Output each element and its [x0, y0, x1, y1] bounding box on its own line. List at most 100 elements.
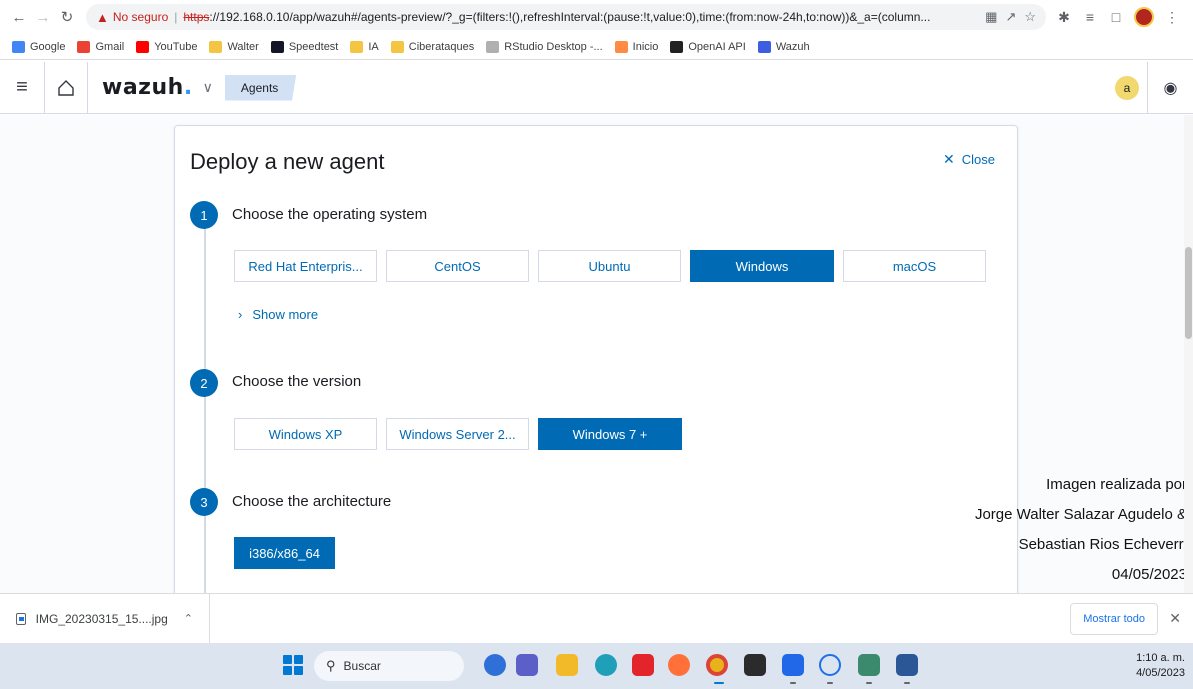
version-option-server[interactable]: Windows Server 2...	[386, 418, 529, 450]
bookmark-favicon-icon	[390, 40, 404, 53]
show-all-downloads-button[interactable]: Mostrar todo	[1070, 603, 1158, 635]
firefox-icon[interactable]	[668, 654, 690, 676]
close-icon: ✕	[943, 151, 955, 167]
page-title: Deploy a new agent	[190, 149, 385, 174]
bookmark-rstudio-desktop[interactable]: RStudio Desktop -...	[486, 40, 603, 53]
bookmark-label: YouTube	[154, 40, 198, 53]
bookmark-label: Ciberataques	[408, 40, 475, 53]
windows-taskbar: ⚲ Buscar 1:10 a. m. 4/05/2023	[0, 643, 1193, 689]
bookmark-favicon-icon	[670, 40, 684, 53]
bookmark-label: Inicio	[632, 40, 659, 53]
scrollbar-thumb[interactable]	[1185, 247, 1192, 339]
os-option-macos[interactable]: macOS	[843, 250, 986, 282]
bookmark-favicon-icon	[757, 40, 771, 53]
search-placeholder: Buscar	[343, 659, 381, 673]
extensions-icon[interactable]: ✱	[1056, 9, 1072, 26]
bookmark-favicon-icon	[136, 40, 150, 53]
os-option-ubuntu[interactable]: Ubuntu	[538, 250, 681, 282]
bing-chat-icon[interactable]	[484, 654, 506, 676]
bookmark-label: OpenAI API	[688, 40, 746, 53]
cloud-sync-icon[interactable]	[819, 654, 841, 676]
bookmarks-bar: Google Gmail YouTube Walter Speedtest IA Ciber…	[0, 34, 1193, 60]
windows-start-icon[interactable]	[283, 655, 303, 675]
os-option-centos[interactable]: CentOS	[386, 250, 529, 282]
bookmark-walter[interactable]: Walter	[209, 40, 259, 53]
image-credit-watermark: Imagen realizada por Jorge Walter Salaza…	[975, 470, 1187, 590]
bookmark-youtube[interactable]: YouTube	[136, 40, 198, 53]
chevron-down-icon[interactable]: ∨	[203, 79, 213, 96]
chevron-up-icon[interactable]: ⌃	[184, 612, 193, 625]
profile-avatar[interactable]	[1134, 7, 1154, 27]
wazuh-logo[interactable]: wazuh.	[102, 75, 193, 100]
chrome-active-indicator	[714, 682, 724, 684]
sticky-notes-icon[interactable]	[744, 654, 766, 676]
youtube-app-icon[interactable]	[632, 654, 654, 676]
security-label: No seguro	[112, 10, 169, 24]
address-bar[interactable]: ▲ No seguro | https ://192.168.0.10/app/…	[86, 4, 1046, 30]
app-header: ≡ wazuh. ∨ Agents a ◉	[0, 61, 1193, 114]
breadcrumb-agents[interactable]: Agents	[224, 74, 297, 101]
bookmark-openai-api[interactable]: OpenAI API	[670, 40, 746, 53]
bookmark-label: Google	[30, 40, 66, 53]
credit-line-1: Imagen realizada por	[1046, 476, 1187, 493]
side-panel-icon[interactable]: □	[1108, 9, 1124, 25]
version-option-win7[interactable]: Windows 7 +	[538, 418, 682, 450]
back-arrow-icon[interactable]: ←	[8, 6, 30, 28]
forward-arrow-icon[interactable]: →	[32, 6, 54, 28]
step-number-3: 3	[190, 488, 218, 516]
edge-icon[interactable]	[595, 654, 617, 676]
kebab-menu-icon[interactable]: ⋮	[1164, 9, 1180, 26]
deploy-agent-panel: Deploy a new agent ✕ Close 1 Choose the …	[174, 125, 1018, 614]
share-icon[interactable]: ↗	[1005, 9, 1016, 25]
bookmark-label: IA	[368, 40, 379, 53]
bookmark-star-icon[interactable]: ☆	[1024, 9, 1036, 25]
bookmark-label: Speedtest	[288, 40, 339, 53]
credit-date: 04/05/2023	[1111, 566, 1187, 583]
app-running-indicator	[790, 682, 796, 684]
user-avatar[interactable]: a	[1115, 76, 1139, 100]
bookmark-label: Gmail	[95, 40, 125, 53]
os-option-redhat[interactable]: Red Hat Enterpris...	[234, 250, 377, 282]
close-download-bar-icon[interactable]: ✕	[1169, 610, 1181, 627]
version-option-xp[interactable]: Windows XP	[234, 418, 377, 450]
show-more-link[interactable]: › Show more	[238, 307, 318, 322]
word-icon[interactable]	[896, 654, 918, 676]
scrollbar[interactable]	[1184, 115, 1193, 593]
show-more-label: Show more	[252, 307, 319, 322]
bookmark-ciberataques[interactable]: Ciberataques	[390, 40, 475, 53]
download-item[interactable]: IMG_20230315_15....jpg ⌃	[0, 593, 210, 644]
reading-list-icon[interactable]: ≡	[1082, 9, 1098, 25]
bookmark-ia[interactable]: IA	[350, 40, 379, 53]
step-title-version: Choose the version	[232, 373, 362, 390]
url-separator: |	[174, 10, 178, 24]
close-button[interactable]: ✕ Close	[943, 151, 995, 168]
bookmark-wazuh[interactable]: Wazuh	[757, 40, 810, 53]
logo-dot: .	[183, 75, 193, 100]
system-clock[interactable]: 1:10 a. m. 4/05/2023	[1136, 651, 1185, 681]
bookmark-favicon-icon	[486, 40, 500, 53]
bookmark-label: RStudio Desktop -...	[504, 40, 603, 53]
file-explorer-icon[interactable]	[556, 654, 578, 676]
close-label: Close	[961, 152, 995, 167]
home-icon[interactable]	[44, 61, 88, 114]
help-icon[interactable]: ◉	[1147, 62, 1193, 114]
bookmark-speedtest[interactable]: Speedtest	[270, 40, 339, 53]
taskbar-search[interactable]: ⚲ Buscar	[314, 651, 464, 681]
bookmark-favicon-icon	[614, 40, 628, 53]
translate-icon[interactable]: ▦	[985, 9, 997, 25]
photos-app-icon[interactable]	[858, 654, 880, 676]
os-option-windows[interactable]: Windows	[690, 250, 834, 282]
image-file-icon	[16, 612, 26, 625]
arch-option-i386-x86-64[interactable]: i386/x86_64	[234, 537, 335, 569]
reload-icon[interactable]: ↻	[56, 6, 78, 28]
bookmark-label: Wazuh	[775, 40, 810, 53]
bookmark-inicio[interactable]: Inicio	[614, 40, 659, 53]
teams-chat-icon[interactable]	[516, 654, 538, 676]
url-text: ://192.168.0.10/app/wazuh#/agents-previe…	[209, 10, 931, 24]
chrome-icon[interactable]	[706, 654, 728, 676]
search-icon: ⚲	[326, 658, 336, 673]
hamburger-menu-icon[interactable]: ≡	[0, 76, 44, 99]
dev-app-icon[interactable]	[782, 654, 804, 676]
bookmark-google[interactable]: Google	[12, 40, 66, 53]
bookmark-gmail[interactable]: Gmail	[77, 40, 125, 53]
